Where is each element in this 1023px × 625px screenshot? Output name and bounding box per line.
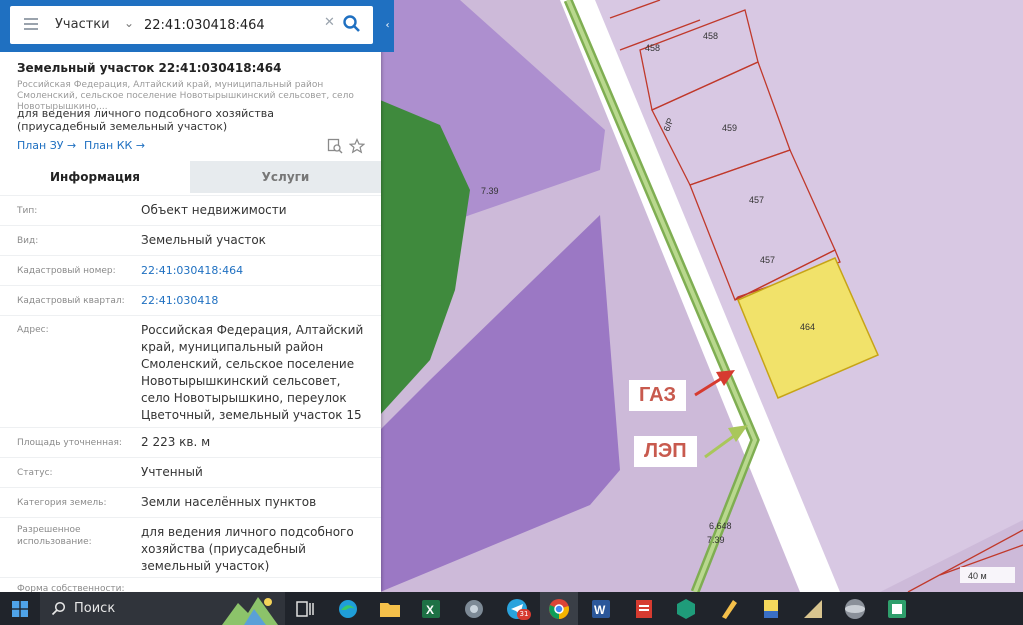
file-explorer-icon[interactable] — [378, 597, 402, 621]
acrobat-icon[interactable] — [632, 597, 656, 621]
chrome-icon[interactable] — [547, 597, 571, 621]
tab-information[interactable]: Информация — [0, 161, 190, 193]
power-line-callout: ЛЭП — [634, 436, 697, 467]
globe-app-icon[interactable] — [843, 597, 867, 621]
parcel-label: 458 — [645, 43, 660, 53]
search-input[interactable] — [144, 15, 324, 35]
collapse-panel-button[interactable]: ‹ — [381, 0, 394, 52]
parcel-label: 458 — [703, 31, 718, 41]
tab-bar: Информация Услуги — [0, 161, 381, 193]
info-value: 2 223 кв. м — [141, 435, 211, 449]
info-label: Разрешенное использование: — [17, 525, 92, 547]
info-panel: Участки ⌄ ✕ Земельный участок 22:41:0304… — [0, 0, 381, 592]
security-app-icon[interactable] — [674, 597, 698, 621]
info-row-ownership: Форма собственности: — [0, 577, 381, 592]
zone-label: 6.648 — [709, 521, 732, 531]
info-value: Земельный участок — [141, 233, 266, 247]
info-row-address: Адрес: Российская Федерация, Алтайский к… — [0, 315, 381, 428]
info-row-area: Площадь уточненная: 2 223 кв. м — [0, 427, 381, 458]
layer-select[interactable]: Участки — [55, 17, 110, 32]
gas-callout: ГАЗ — [629, 380, 687, 411]
parcel-label: 457 — [749, 195, 764, 205]
edge-icon[interactable] — [336, 597, 360, 621]
parcel-label: 457 — [760, 255, 775, 265]
calc-app-icon[interactable] — [885, 597, 909, 621]
chevron-down-icon[interactable]: ⌄ — [124, 16, 134, 30]
widget-image-icon — [222, 597, 278, 625]
parcel-label: 464 — [800, 322, 815, 332]
info-row-kind: Вид: Земельный участок — [0, 225, 381, 256]
star-icon[interactable] — [349, 138, 365, 154]
info-row-cadastral-quarter: Кадастровый квартал: 22:41:030418 — [0, 285, 381, 316]
cadastral-quarter-link[interactable]: 22:41:030418 — [141, 292, 371, 309]
word-icon[interactable]: W — [589, 597, 613, 621]
info-label: Кадастровый квартал: — [17, 296, 125, 306]
info-label: Адрес: — [17, 325, 49, 335]
info-label: Вид: — [17, 236, 39, 246]
info-value: Учтенный — [141, 465, 203, 479]
info-value: Земли населённых пунктов — [141, 495, 317, 509]
document-app-icon[interactable] — [759, 597, 783, 621]
notification-badge: 31 — [517, 609, 531, 620]
info-row-type: Тип: Объект недвижимости — [0, 195, 381, 226]
search-bar: Участки ⌄ ✕ — [0, 0, 381, 52]
info-row-cadastral-number: Кадастровый номер: 22:41:030418:464 — [0, 255, 381, 286]
zoom-to-icon[interactable] — [327, 138, 343, 154]
svg-text:W: W — [594, 603, 606, 617]
tab-services[interactable]: Услуги — [190, 161, 381, 193]
info-label: Форма собственности: — [17, 584, 125, 592]
svg-text:X: X — [426, 603, 434, 617]
search-icon[interactable] — [342, 14, 362, 34]
parcel-title: Земельный участок 22:41:030418:464 — [17, 61, 282, 75]
info-label: Статус: — [17, 468, 53, 478]
zone-label: 7.39 — [481, 186, 499, 196]
menu-icon[interactable] — [24, 18, 38, 30]
network-app-icon[interactable] — [462, 597, 486, 621]
taskbar: Поиск X 31 W — [0, 592, 1023, 625]
search-icon — [51, 601, 66, 616]
info-label: Кадастровый номер: — [17, 266, 116, 276]
map-scale: 40 м — [968, 571, 987, 581]
notes-app-icon[interactable] — [717, 597, 741, 621]
excel-icon[interactable]: X — [419, 597, 443, 621]
taskbar-search[interactable]: Поиск — [40, 592, 285, 625]
info-value: Объект недвижимости — [141, 203, 287, 217]
clear-icon[interactable]: ✕ — [324, 15, 335, 30]
info-label: Площадь уточненная: — [17, 438, 122, 448]
info-row-permitted-use: Разрешенное использование: для ведения л… — [0, 517, 381, 578]
info-label: Категория земель: — [17, 498, 107, 508]
info-row-land-category: Категория земель: Земли населённых пункт… — [0, 487, 381, 518]
plan-kk-link[interactable]: План КК → — [84, 139, 145, 152]
cadastral-number-link[interactable]: 22:41:030418:464 — [141, 262, 371, 279]
info-value: для ведения личного подсобного хозяйства… — [141, 525, 354, 573]
search-box: Участки ⌄ ✕ — [10, 6, 373, 44]
parcel-label: 459 — [722, 123, 737, 133]
windows-start-icon[interactable] — [12, 601, 28, 617]
taskbar-search-label: Поиск — [74, 601, 116, 616]
plan-zu-link[interactable]: План ЗУ → — [17, 139, 76, 152]
task-view-icon[interactable] — [293, 597, 317, 621]
zone-label: 7.39 — [707, 535, 725, 545]
info-value: Российская Федерация, Алтайский край, му… — [141, 323, 364, 422]
info-row-status: Статус: Учтенный — [0, 457, 381, 488]
info-label: Тип: — [17, 206, 38, 216]
drawing-app-icon[interactable] — [801, 597, 825, 621]
parcel-usage: для ведения личного подсобного хозяйства… — [17, 107, 274, 133]
